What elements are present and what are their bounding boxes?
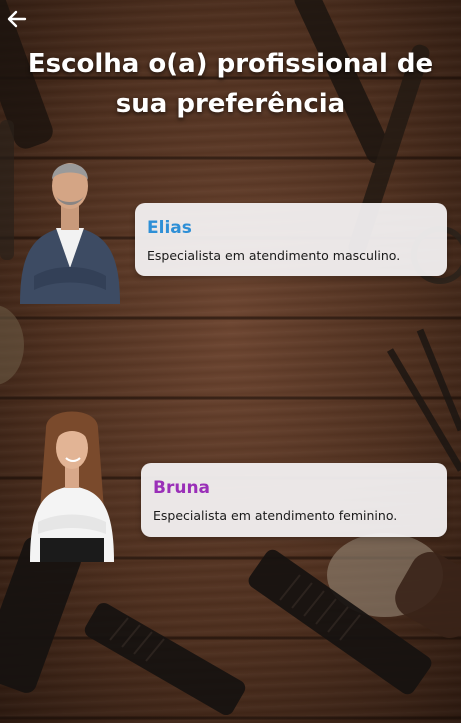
professional-description-elias: Especialista em atendimento masculino. bbox=[147, 248, 401, 263]
professional-name-bruna: Bruna bbox=[153, 478, 211, 498]
elias-avatar[interactable] bbox=[14, 148, 126, 304]
bruna-avatar[interactable] bbox=[26, 410, 118, 562]
professional-name-elias: Elias bbox=[147, 218, 192, 238]
page-title: Escolha o(a) profissional de sua preferê… bbox=[27, 49, 434, 119]
professional-description-bruna: Especialista em atendimento feminino. bbox=[153, 508, 398, 523]
professional-card-bruna[interactable]: Bruna Especialista em atendimento femini… bbox=[141, 463, 447, 537]
professional-card-elias[interactable]: Elias Especialista em atendimento mascul… bbox=[135, 203, 447, 276]
back-button[interactable] bbox=[4, 6, 30, 32]
arrow-left-icon bbox=[7, 10, 27, 28]
